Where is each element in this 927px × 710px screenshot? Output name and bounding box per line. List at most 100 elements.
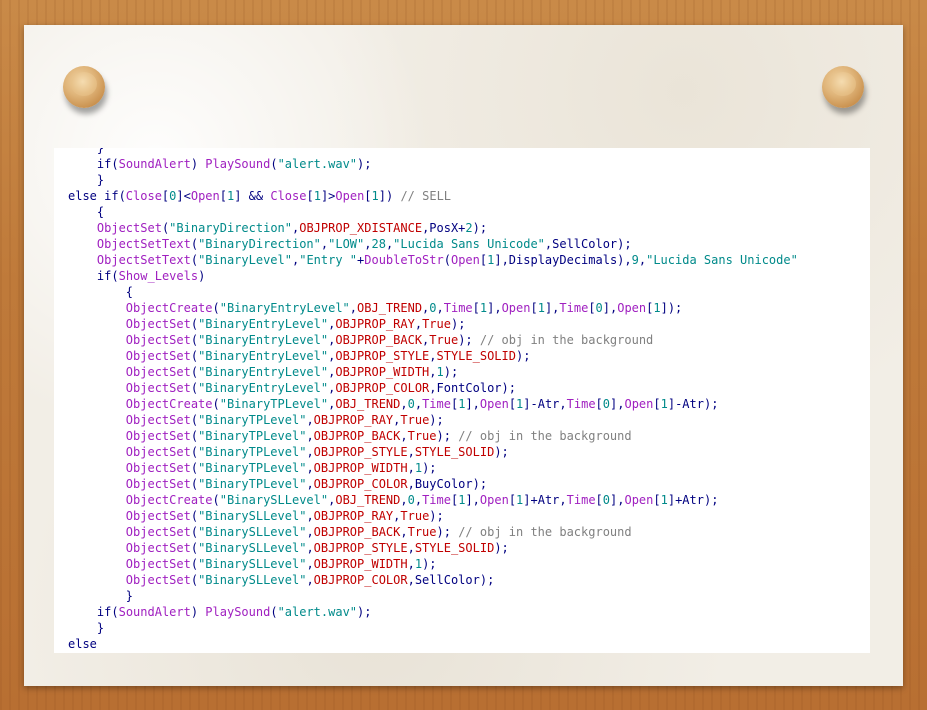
code-token: STYLE_SOLID [414,541,495,555]
code-token: ObjectCreate [125,301,213,315]
code-token: OBJPROP_WIDTH [335,365,430,379]
code-token: Show_Levels [118,269,199,283]
code-line: ObjectCreate("BinarySLLevel",OBJ_TREND,0… [68,492,798,508]
code-line: ObjectSet("BinaryTPLevel",OBJPROP_WIDTH,… [68,460,798,476]
code-token: "LOW" [328,237,365,251]
code-line: ObjectSet("BinaryEntryLevel",OBJPROP_BAC… [68,332,798,348]
code-token: [ [508,493,517,507]
code-token: ( [190,541,199,555]
code-token: STYLE_SOLID [414,445,495,459]
code-token: 1 [653,301,661,315]
code-token: 1 [436,365,444,379]
code-token: "BinaryEntryLevel" [198,365,329,379]
code-token: , [306,573,314,587]
code-line: ObjectCreate("BinaryTPLevel",OBJ_TREND,0… [68,396,798,412]
code-token: ]); [660,301,683,315]
code-token: ObjectSet [125,365,191,379]
code-token: , [400,525,408,539]
code-token: Open [335,189,365,203]
code-token: 9 [631,253,639,267]
code-line: { [68,204,798,220]
code-token: ], [544,301,560,315]
code-token: ,BuyColor); [407,477,488,491]
code-token: , [436,301,444,315]
code-token: Open [190,189,220,203]
code-token: ); [494,541,509,555]
code-token: "BinaryTPLevel" [198,413,307,427]
code-token: ); [357,157,372,171]
code-token: ]+Atr); [667,493,719,507]
code-token: ],DisplayDecimals), [494,253,632,267]
code-token: ObjectSet [125,509,191,523]
code-token: ], [487,301,502,315]
code-line: ObjectSet("BinaryEntryLevel",OBJPROP_STY… [68,348,798,364]
pushpin-icon [822,66,864,108]
code-token: if( [96,605,119,619]
code-token: , [429,365,437,379]
code-token: ); [357,605,372,619]
code-token: OBJPROP_COLOR [313,477,408,491]
code-token: ); [429,509,444,523]
code-token: True [407,525,437,539]
code-token: "BinarySLLevel" [198,557,307,571]
code-token: 1 [371,189,379,203]
code-token: 0 [407,493,415,507]
code-token: ); [494,445,509,459]
code-token: "BinaryDirection" [169,221,292,235]
code-line: ObjectSet("BinaryEntryLevel",OBJPROP_RAY… [68,316,798,332]
code-token: , [400,493,408,507]
code-token: ]-Atr, [523,397,567,411]
code-token: ( [190,317,199,331]
code-token: True [400,509,430,523]
code-token: "BinarySLLevel" [219,493,329,507]
code-token: , [414,317,423,331]
code-token: ObjectSet [125,333,191,347]
code-token: , [400,397,408,411]
pushpin-icon [63,66,105,108]
code-token: ObjectSet [125,381,191,395]
code-token: ,FontColor); [429,381,516,395]
code-token: OBJPROP_BACK [313,525,401,539]
code-token: , [306,525,314,539]
code-token: , [414,397,423,411]
code-token: , [349,301,358,315]
code-token: ObjectCreate [125,397,213,411]
code-token: "BinarySLLevel" [198,541,307,555]
code-token: Open [479,493,509,507]
code-token: PlaySound [205,605,271,619]
code-token: , [407,445,415,459]
code-token: ObjectSet [125,573,191,587]
code-token: ); [436,429,459,443]
code-token: SoundAlert [118,605,191,619]
code-token: OBJPROP_RAY [313,413,394,427]
code-token: "BinaryEntryLevel" [219,301,350,315]
code-token: "Entry " [299,253,358,267]
code-line: ObjectSetText("BinaryDirection","LOW",28… [68,236,798,252]
code-token: } [96,621,105,635]
code-token: ]-Atr); [667,397,719,411]
code-token: ) [190,157,206,171]
code-token: ( [190,525,199,539]
code-line: ObjectSet("BinaryEntryLevel",OBJPROP_COL… [68,380,798,396]
code-token: ( [190,349,199,363]
code-token: 1 [660,493,668,507]
code-token: PlaySound [205,157,271,171]
code-token: , [407,541,415,555]
code-token: , [407,557,415,571]
code-token: , [400,429,408,443]
code-token: ); [422,461,437,475]
code-token: 1 [660,397,668,411]
code-snippet-panel: } if(SoundAlert) PlaySound("alert.wav");… [54,148,870,653]
code-token: OBJPROP_STYLE [335,349,430,363]
code-token: , [414,493,423,507]
